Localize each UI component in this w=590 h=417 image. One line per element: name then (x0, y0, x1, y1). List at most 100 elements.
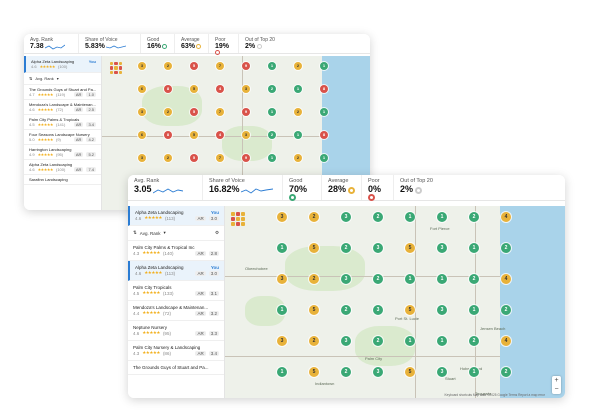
rank-pin[interactable]: 4 (501, 274, 511, 284)
rank-pin[interactable]: 1 (294, 85, 302, 93)
rank-pin[interactable]: 3 (437, 305, 447, 315)
rank-pin[interactable]: 5 (190, 62, 198, 70)
rank-pin[interactable]: 5 (405, 243, 415, 253)
rank-pin[interactable]: 2 (501, 243, 511, 253)
rank-pin[interactable]: 2 (373, 274, 383, 284)
front-map[interactable]: Fort Pierce Port St. Lucie Stuart Palm City… (225, 206, 565, 398)
rank-pin[interactable]: 2 (373, 336, 383, 346)
rank-pin[interactable]: 4 (216, 131, 224, 139)
rank-pin[interactable]: 3 (373, 305, 383, 315)
rank-pin[interactable]: 2 (501, 367, 511, 377)
rank-pin[interactable]: 3 (277, 336, 287, 346)
map-footer[interactable]: Keyboard shortcuts Map data ©2025 Google… (445, 393, 545, 397)
rank-pin[interactable]: 7 (216, 62, 224, 70)
rank-pin[interactable]: 2 (164, 108, 172, 116)
rank-pin[interactable]: 2 (469, 274, 479, 284)
rank-pin[interactable]: 2 (309, 336, 319, 346)
rank-pin[interactable]: 8 (164, 85, 172, 93)
rank-pin[interactable]: 1 (405, 274, 415, 284)
rank-pin[interactable]: 2 (164, 154, 172, 162)
rank-pin[interactable]: 1 (437, 336, 447, 346)
rank-pin[interactable]: 5 (309, 367, 319, 377)
rank-pin[interactable]: 1 (320, 108, 328, 116)
rank-pin[interactable]: 2 (294, 154, 302, 162)
rank-pin[interactable]: 7 (216, 108, 224, 116)
rank-pin[interactable]: 1 (320, 154, 328, 162)
rank-pin[interactable]: 1 (405, 336, 415, 346)
rank-pin[interactable]: 5 (190, 131, 198, 139)
rank-pin[interactable]: 3 (341, 212, 351, 222)
rank-pin[interactable]: 1 (294, 131, 302, 139)
rank-pin[interactable]: 4 (501, 336, 511, 346)
zoom-in-button[interactable]: + (552, 376, 561, 385)
competitor-list-item[interactable]: Alpha Zeta Landscaping You 4.6 ★★★★★ (113) AR… (128, 261, 224, 281)
rank-pin[interactable]: 3 (138, 62, 146, 70)
rank-pin[interactable]: 3 (277, 274, 287, 284)
rank-pin[interactable]: 2 (501, 305, 511, 315)
back-selected-business[interactable]: Alpha Zeta Landscaping You 4.6 ★★★★★ (100) (24, 56, 101, 73)
rank-pin[interactable]: 2 (469, 212, 479, 222)
rank-pin[interactable]: 5 (309, 305, 319, 315)
rank-pin[interactable]: 3 (242, 131, 250, 139)
rank-pin[interactable]: 3 (138, 154, 146, 162)
rank-pin[interactable]: 2 (268, 131, 276, 139)
rank-pin[interactable]: 3 (277, 212, 287, 222)
rank-pin[interactable]: 2 (341, 367, 351, 377)
rank-pin[interactable]: 2 (309, 274, 319, 284)
rank-pin[interactable]: 3 (373, 243, 383, 253)
rank-pin[interactable]: 1 (277, 367, 287, 377)
competitor-list-item[interactable]: Mendoza's Landscape & Maintenan... 4.4 ★★★… (128, 301, 224, 321)
competitor-list-item[interactable]: Neptune Nursery 4.6 ★★★★★ (95) AR 3.3 (128, 321, 224, 341)
rank-pin[interactable]: 1 (437, 212, 447, 222)
back-sort-bar[interactable]: ⇅ Avg. Rank ▾ (24, 73, 101, 85)
rank-pin[interactable]: 3 (138, 108, 146, 116)
rank-pin[interactable]: 3 (437, 243, 447, 253)
rank-pin[interactable]: 5 (190, 154, 198, 162)
zoom-out-button[interactable]: − (552, 385, 561, 394)
rank-pin[interactable]: 5 (309, 243, 319, 253)
rank-pin[interactable]: 2 (341, 243, 351, 253)
competitor-list-item[interactable]: The Grounds Guys of Stuart and Pa... (128, 361, 224, 375)
rank-pin[interactable]: 5 (405, 305, 415, 315)
rank-pin[interactable]: 1 (268, 62, 276, 70)
rank-pin[interactable]: 1 (469, 367, 479, 377)
competitor-list-item[interactable]: Mendoza's Landscape & Maintenan... 4.6 ★★★… (24, 100, 101, 115)
rank-pin[interactable]: 8 (320, 131, 328, 139)
rank-pin[interactable]: 5 (405, 367, 415, 377)
rank-pin[interactable]: 2 (294, 62, 302, 70)
rank-pin[interactable]: 3 (437, 367, 447, 377)
competitor-list-item[interactable]: Harrington Landscaping 4.9 ★★★★★ (95) AR 5.2 (24, 145, 101, 160)
rank-pin[interactable]: 8 (164, 131, 172, 139)
settings-icon[interactable]: ⚙ (215, 230, 219, 236)
rank-pin[interactable]: 2 (373, 212, 383, 222)
competitor-list-item[interactable]: Alpha Zeta Landscaping 4.6 ★★★★★ (100) AR 7.4 (24, 160, 101, 175)
rank-pin[interactable]: 1 (405, 212, 415, 222)
rank-pin[interactable]: 1 (277, 243, 287, 253)
rank-pin[interactable]: 2 (469, 336, 479, 346)
rank-pin[interactable]: 1 (320, 62, 328, 70)
rank-pin[interactable]: 1 (469, 243, 479, 253)
rank-pin[interactable]: 2 (268, 85, 276, 93)
rank-pin[interactable]: 3 (341, 336, 351, 346)
competitor-list-item[interactable]: Palm City Nursery & Landscaping 4.3 ★★★★★(… (128, 341, 224, 361)
competitor-list-item[interactable]: Palm City Tropicals 4.5 ★★★★★ (133) AR 3.1 (128, 281, 224, 301)
rank-pin[interactable]: 2 (164, 62, 172, 70)
rank-pin[interactable]: 6 (138, 85, 146, 93)
competitor-list-item[interactable]: The Grounds Guys of Stuart and Pa... 4.7 ★… (24, 85, 101, 100)
rank-pin[interactable]: 1 (437, 274, 447, 284)
competitor-list-item[interactable]: Palm City Palms & Tropicals 4.5 ★★★★★ (141)… (24, 115, 101, 130)
competitor-list-item[interactable]: Sarafinn Landscaping (24, 175, 101, 185)
front-selected-business[interactable]: Alpha Zeta Landscaping You 4.6 ★★★★★ (113) A… (128, 206, 224, 226)
rank-pin[interactable]: 2 (341, 305, 351, 315)
rank-pin[interactable]: 1 (469, 305, 479, 315)
rank-pin[interactable]: 3 (242, 85, 250, 93)
competitor-list-item[interactable]: Palm City Palms & Tropical Inc 4.3 ★★★★★ (1… (128, 241, 224, 261)
rank-pin[interactable]: 2 (294, 108, 302, 116)
competitor-list-item[interactable]: Four Seasons Landscape Nursery 5.0 ★★★★★ (9… (24, 130, 101, 145)
rank-pin[interactable]: 3 (341, 274, 351, 284)
rank-pin[interactable]: 9 (242, 62, 250, 70)
rank-pin[interactable]: 1 (268, 154, 276, 162)
rank-pin[interactable]: 5 (190, 85, 198, 93)
rank-pin[interactable]: 4 (501, 212, 511, 222)
front-sort-bar[interactable]: ⇅ Avg. Rank ▾ ⚙ (128, 226, 224, 241)
